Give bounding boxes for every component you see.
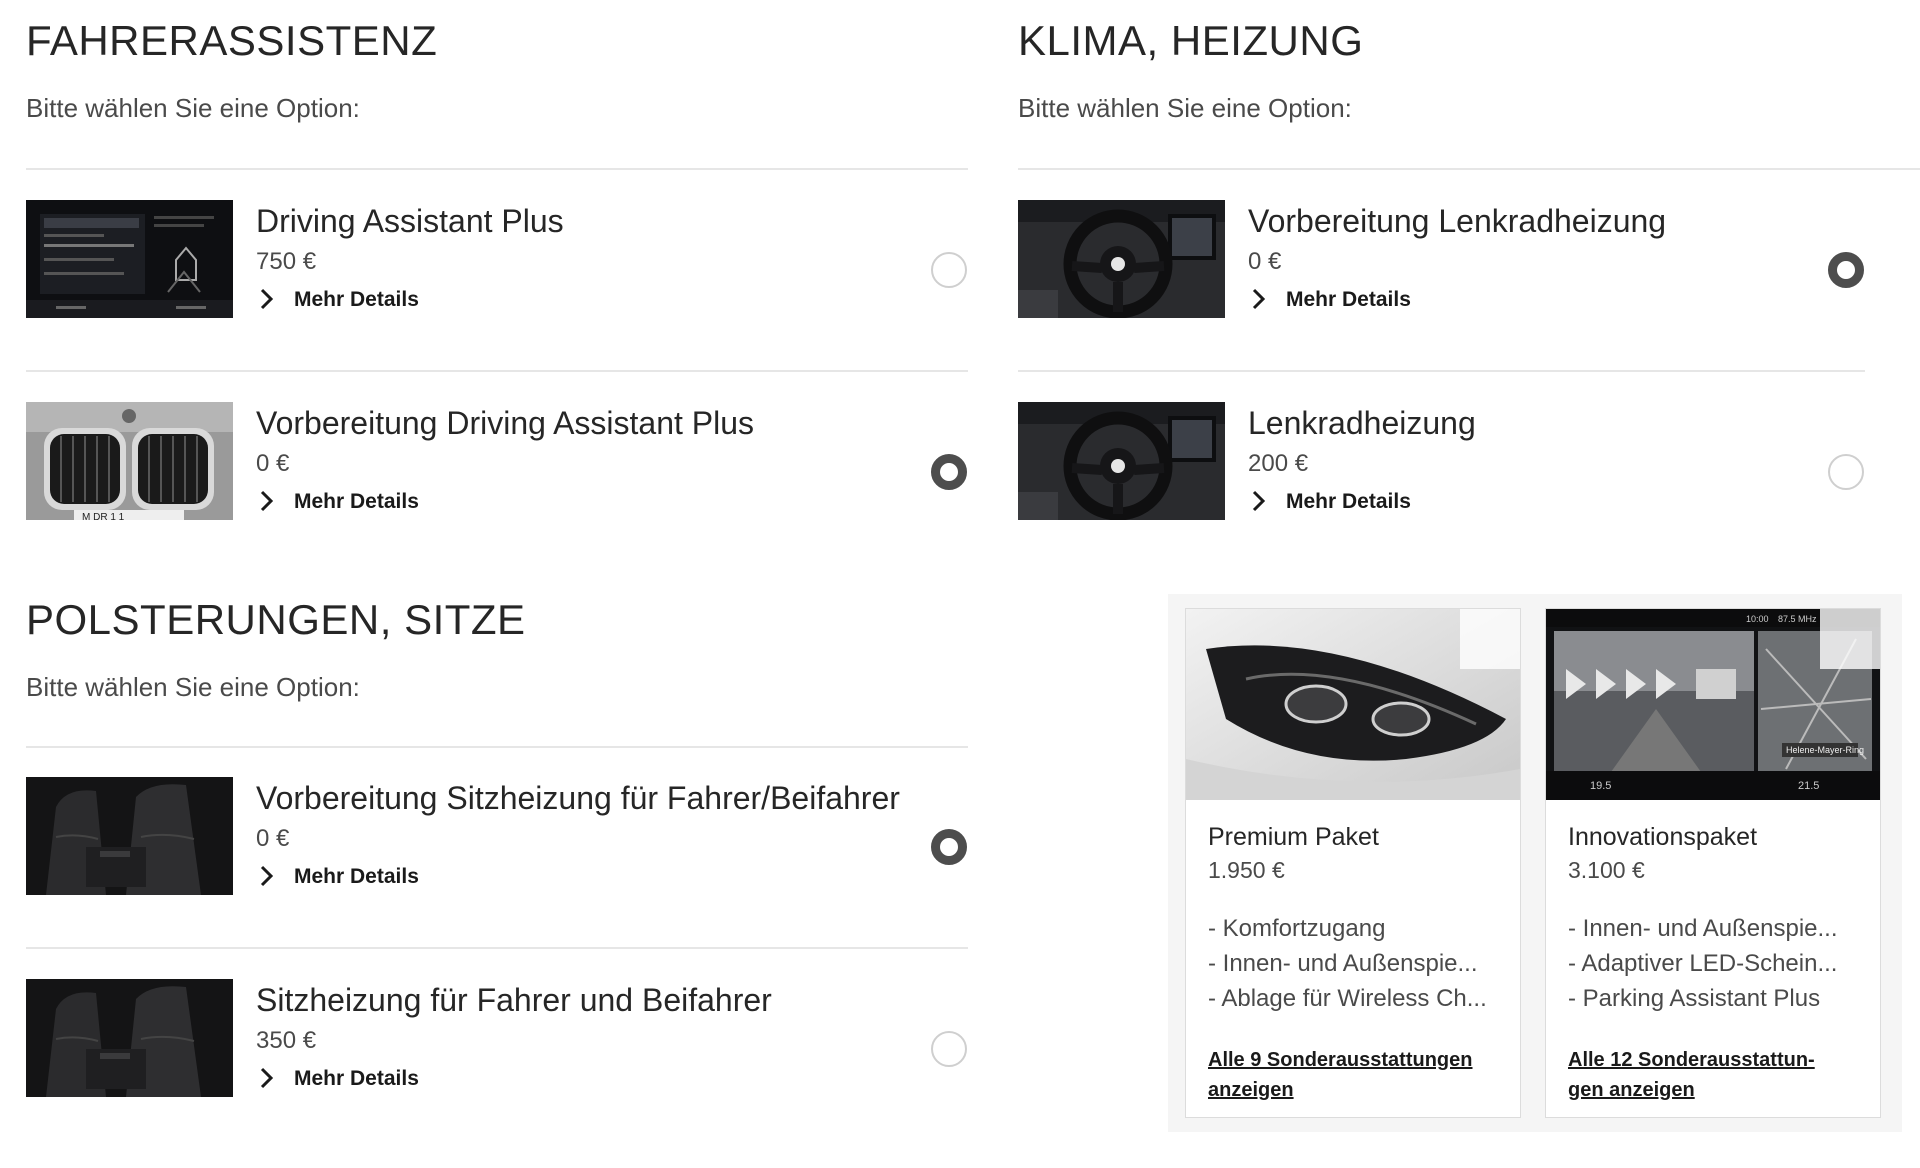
- package-name: Innovationspaket: [1568, 823, 1758, 851]
- package-feature-list: - Komfortzugang - Innen- und Außenspie..…: [1208, 911, 1487, 1016]
- image-corner-overlay: [1460, 609, 1520, 669]
- section-fahrerassistenz: FAHRERASSISTENZ Bitte wählen Sie eine Op…: [26, 20, 968, 540]
- nav-time-text: 10:00: [1746, 614, 1769, 624]
- chevron-right-icon: [260, 1067, 274, 1089]
- show-all-equipment-link[interactable]: Alle 9 Sonderausstattungen anzeigen: [1208, 1045, 1508, 1105]
- option-radio[interactable]: [931, 1031, 967, 1067]
- option-price: 200 €: [1248, 450, 1309, 477]
- option-vorbereitung-sitzheizung[interactable]: Vorbereitung Sitzheizung für Fahrer/Beif…: [26, 747, 968, 949]
- option-price: 750 €: [256, 248, 317, 275]
- navigation-screen-image: Helene-Mayer-Ring 10:00 87.5 MHz 19.5 21…: [1546, 609, 1880, 800]
- chevron-right-icon: [260, 288, 274, 310]
- option-radio-selected[interactable]: [1828, 252, 1864, 288]
- package-card-premium[interactable]: Premium Paket 1.950 € - Komfortzugang - …: [1185, 608, 1521, 1118]
- section-klima-heizung: KLIMA, HEIZUNG Bitte wählen Sie eine Opt…: [1018, 20, 1920, 540]
- section-title: KLIMA, HEIZUNG: [1018, 17, 1364, 64]
- link-line-2: gen anzeigen: [1568, 1079, 1695, 1101]
- section-title: POLSTERUNGEN, SITZE: [26, 596, 526, 643]
- link-line-1: Alle 9 Sonderausstattungen: [1208, 1049, 1473, 1071]
- headlight-image: [1186, 609, 1520, 800]
- package-carousel: Premium Paket 1.950 € - Komfortzugang - …: [1168, 594, 1902, 1132]
- seats-image: [26, 979, 233, 1097]
- mehr-details-label: Mehr Details: [294, 489, 419, 513]
- option-name: Lenkradheizung: [1248, 405, 1476, 441]
- option-price: 0 €: [256, 450, 290, 477]
- option-name: Vorbereitung Driving Assistant Plus: [256, 405, 755, 441]
- seats-image: [26, 777, 233, 895]
- kidney-grille-image: M DR 1 1: [26, 402, 233, 520]
- mehr-details-label: Mehr Details: [1286, 287, 1411, 311]
- chevron-right-icon: [1252, 490, 1266, 512]
- mehr-details-label: Mehr Details: [294, 287, 419, 311]
- package-feature: - Parking Assistant Plus: [1568, 985, 1821, 1012]
- grille-plate-text: M DR 1 1: [82, 512, 125, 520]
- mehr-details-label: Mehr Details: [1286, 489, 1411, 513]
- nav-temp-left-text: 19.5: [1590, 780, 1611, 792]
- mehr-details-link[interactable]: Mehr Details: [1248, 288, 1411, 310]
- section-subtitle: Bitte wählen Sie eine Option:: [26, 93, 360, 123]
- option-vorbereitung-lenkradheizung[interactable]: Vorbereitung Lenkradheizung 0 € Mehr Det…: [1018, 170, 1865, 372]
- section-polsterungen-sitze: POLSTERUNGEN, SITZE Bitte wählen Sie ein…: [26, 599, 968, 1159]
- link-line-1: Alle 12 Sonderausstattun-: [1568, 1049, 1815, 1071]
- option-radio-selected[interactable]: [931, 454, 967, 490]
- package-price: 1.950 €: [1208, 857, 1285, 883]
- chevron-right-icon: [1252, 288, 1266, 310]
- nav-temp-right-text: 21.5: [1798, 780, 1819, 792]
- option-sitzheizung[interactable]: Sitzheizung für Fahrer und Beifahrer 350…: [26, 949, 968, 1151]
- package-price: 3.100 €: [1568, 857, 1645, 883]
- package-feature: - Komfortzugang: [1208, 915, 1386, 942]
- option-lenkradheizung[interactable]: Lenkradheizung 200 € Mehr Details: [1018, 372, 1865, 574]
- option-radio[interactable]: [1828, 454, 1864, 490]
- chevron-right-icon: [260, 490, 274, 512]
- show-all-equipment-link[interactable]: Alle 12 Sonderausstattun- gen anzeigen: [1568, 1045, 1868, 1105]
- mehr-details-link[interactable]: Mehr Details: [256, 1067, 419, 1089]
- option-driving-assistant-plus[interactable]: Driving Assistant Plus 750 € Mehr Detail…: [26, 170, 968, 372]
- mehr-details-link[interactable]: Mehr Details: [256, 490, 419, 512]
- image-corner-overlay: [1820, 609, 1880, 669]
- section-subtitle: Bitte wählen Sie eine Option:: [1018, 93, 1352, 123]
- mehr-details-link[interactable]: Mehr Details: [256, 865, 419, 887]
- package-feature: - Ablage für Wireless Ch...: [1208, 985, 1487, 1012]
- option-radio-selected[interactable]: [931, 829, 967, 865]
- option-name: Sitzheizung für Fahrer und Beifahrer: [256, 982, 772, 1018]
- option-price: 0 €: [1248, 248, 1282, 275]
- mehr-details-label: Mehr Details: [294, 864, 419, 888]
- section-subtitle: Bitte wählen Sie eine Option:: [26, 672, 360, 702]
- driving-assistant-screen-image: [26, 200, 233, 318]
- package-name: Premium Paket: [1208, 823, 1379, 851]
- package-feature: - Adaptiver LED-Schein...: [1568, 950, 1838, 977]
- package-card-innovation[interactable]: Helene-Mayer-Ring 10:00 87.5 MHz 19.5 21…: [1545, 608, 1881, 1118]
- mehr-details-link[interactable]: Mehr Details: [256, 288, 419, 310]
- mehr-details-label: Mehr Details: [294, 1066, 419, 1090]
- package-feature: - Innen- und Außenspie...: [1568, 915, 1838, 942]
- package-feature-list: - Innen- und Außenspie... - Adaptiver LE…: [1568, 911, 1838, 1016]
- option-name: Vorbereitung Sitzheizung für Fahrer/Beif…: [256, 780, 900, 816]
- option-price: 0 €: [256, 825, 290, 852]
- link-line-2: anzeigen: [1208, 1079, 1294, 1101]
- chevron-right-icon: [260, 865, 274, 887]
- option-vorbereitung-driving-assistant-plus[interactable]: M DR 1 1 Vorbereitung Driving Assistant …: [26, 372, 968, 574]
- steering-wheel-image: [1018, 200, 1225, 318]
- option-price: 350 €: [256, 1027, 317, 1054]
- option-name: Driving Assistant Plus: [256, 203, 564, 239]
- package-feature: - Innen- und Außenspie...: [1208, 950, 1478, 977]
- nav-frequency-text: 87.5 MHz: [1778, 614, 1817, 624]
- mehr-details-link[interactable]: Mehr Details: [1248, 490, 1411, 512]
- nav-street-text: Helene-Mayer-Ring: [1786, 745, 1864, 755]
- option-radio[interactable]: [931, 252, 967, 288]
- section-title: FAHRERASSISTENZ: [26, 17, 438, 64]
- steering-wheel-image: [1018, 402, 1225, 520]
- option-name: Vorbereitung Lenkradheizung: [1248, 203, 1667, 239]
